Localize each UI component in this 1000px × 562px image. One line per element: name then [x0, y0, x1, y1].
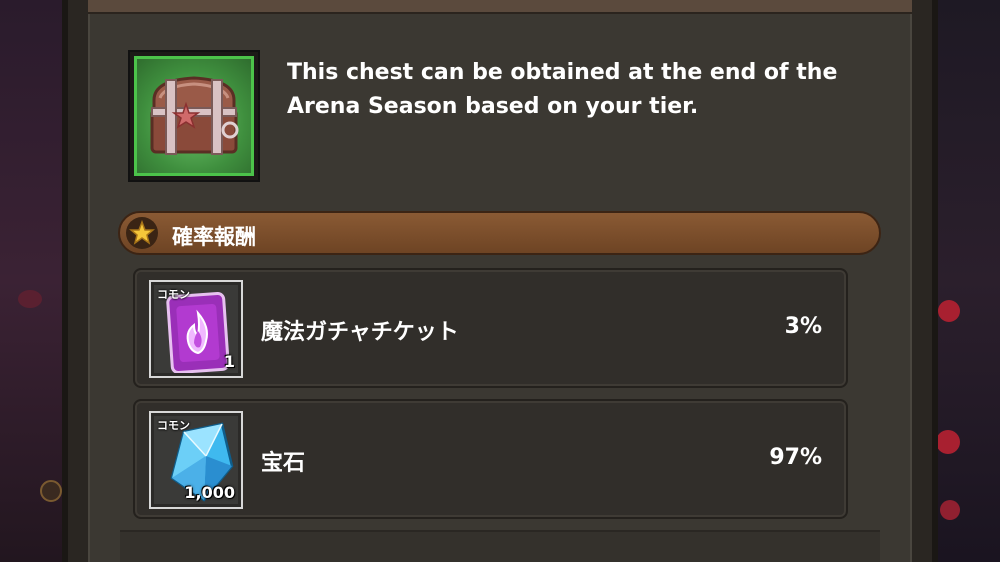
item-quantity: 1: [223, 352, 235, 371]
item-probability: 3%: [784, 314, 822, 339]
treasure-chest-icon: [150, 76, 239, 155]
background-decoration: [40, 480, 62, 502]
chest-card: [128, 50, 260, 182]
game-screen: This chest can be obtained at the end of…: [0, 0, 1000, 562]
reward-row[interactable]: コモン 1 魔法ガチャチケット 3%: [133, 268, 848, 388]
reward-row[interactable]: コモン 1,000 宝石 97%: [133, 399, 848, 519]
panel-top-bar: [88, 0, 912, 14]
background-left: [0, 0, 70, 562]
item-probability: 97%: [769, 445, 822, 470]
item-card[interactable]: コモン 1,000: [149, 411, 243, 509]
background-decoration: [936, 430, 960, 454]
chest-icon-frame: [134, 56, 254, 176]
star-badge: [126, 217, 158, 249]
item-card[interactable]: コモン 1: [149, 280, 243, 378]
background-decoration: [938, 300, 960, 322]
item-quantity: 1,000: [184, 483, 235, 502]
probability-reward-header: 確率報酬: [118, 211, 881, 255]
item-name: 魔法ガチャチケット: [261, 320, 459, 345]
background-decoration: [18, 290, 42, 308]
star-icon: [129, 220, 155, 245]
background-decoration: [940, 500, 960, 520]
chest-description: This chest can be obtained at the end of…: [287, 60, 838, 119]
item-icon-frame: コモン 1: [154, 285, 238, 373]
rarity-label: コモン: [157, 288, 190, 301]
item-name: 宝石: [261, 451, 306, 476]
rarity-label: コモン: [157, 419, 190, 432]
background-right: [930, 0, 1000, 562]
item-icon-frame: コモン 1,000: [154, 416, 238, 504]
section-title: 確率報酬: [172, 225, 256, 249]
panel-bottom-strip: [120, 530, 880, 562]
